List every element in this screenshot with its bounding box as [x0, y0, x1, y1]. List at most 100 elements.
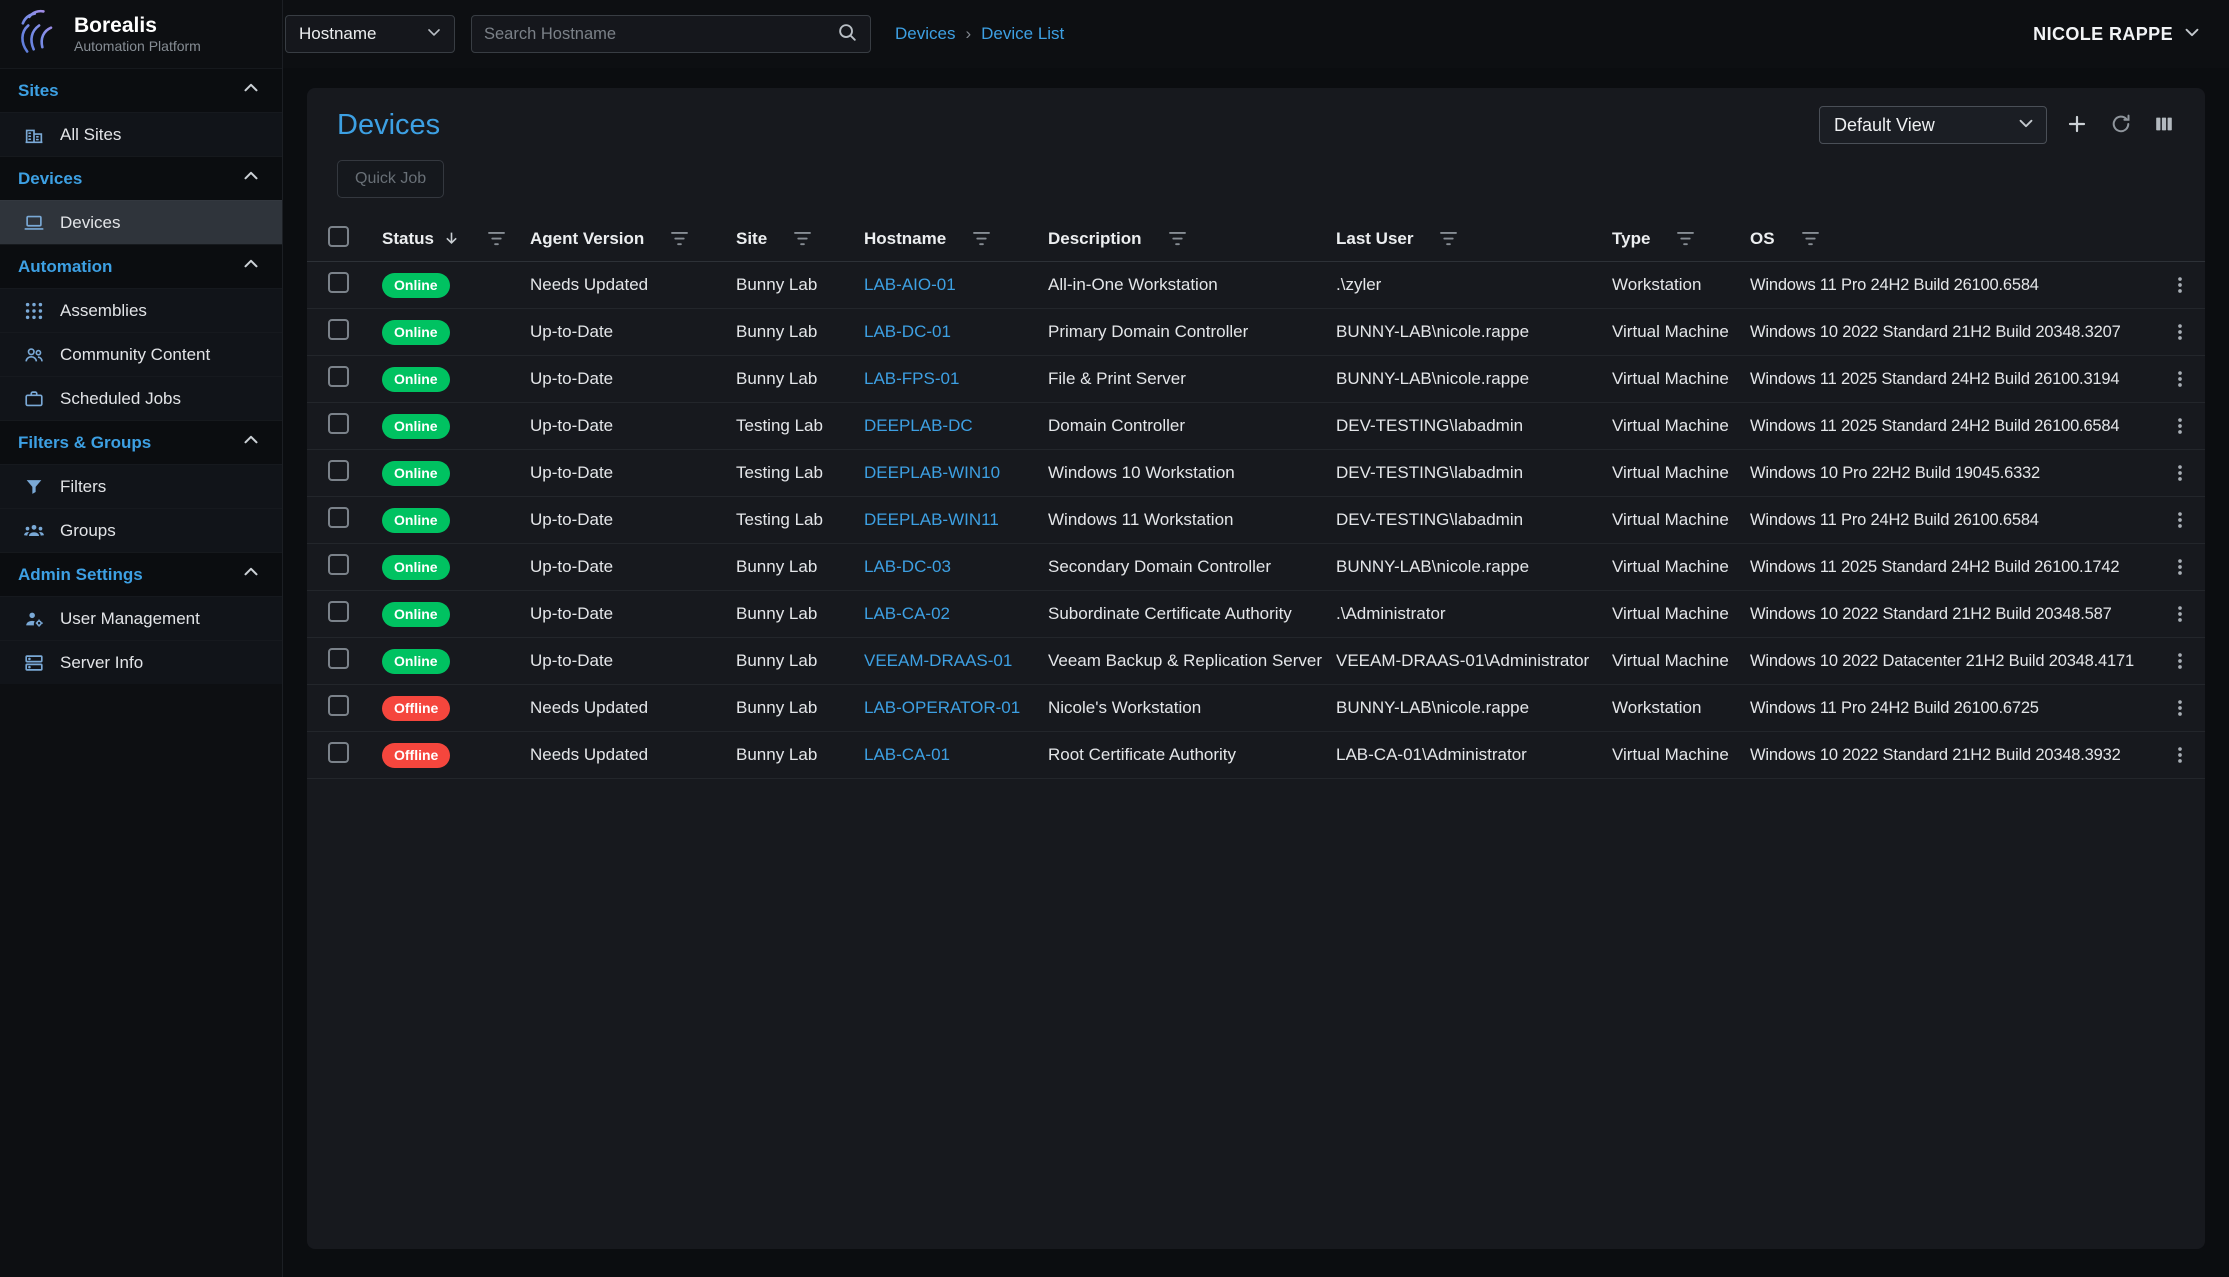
sidebar-section-automation[interactable]: Automation — [0, 244, 282, 288]
column-header-status[interactable]: Status — [382, 229, 530, 249]
hostname-link[interactable]: DEEPLAB-WIN11 — [864, 510, 999, 529]
row-menu-button[interactable] — [2169, 697, 2191, 719]
agent-version-cell: Up-to-Date — [530, 416, 736, 436]
row-checkbox[interactable] — [328, 460, 349, 481]
row-checkbox[interactable] — [328, 366, 349, 387]
site-cell: Bunny Lab — [736, 369, 864, 389]
sidebar-item-devices[interactable]: Devices — [0, 200, 282, 244]
breadcrumb-device-list-link[interactable]: Device List — [981, 24, 1064, 44]
chevron-up-icon — [240, 429, 262, 456]
row-menu-button[interactable] — [2169, 321, 2191, 343]
view-selector-dropdown[interactable]: Default View — [1819, 106, 2047, 144]
sidebar-section-sites[interactable]: Sites — [0, 68, 282, 112]
filter-icon[interactable] — [793, 231, 812, 246]
column-header-os[interactable]: OS — [1750, 229, 2147, 249]
sidebar-item-all-sites[interactable]: All Sites — [0, 112, 282, 156]
filter-icon[interactable] — [487, 231, 506, 246]
filter-icon[interactable] — [670, 231, 689, 246]
type-cell: Virtual Machine — [1612, 416, 1750, 436]
site-cell: Bunny Lab — [736, 275, 864, 295]
breadcrumb-devices-link[interactable]: Devices — [895, 24, 955, 44]
sidebar-section-admin-settings[interactable]: Admin Settings — [0, 552, 282, 596]
hostname-link[interactable]: LAB-CA-02 — [864, 604, 950, 623]
row-checkbox[interactable] — [328, 554, 349, 575]
row-checkbox[interactable] — [328, 272, 349, 293]
column-header-type[interactable]: Type — [1612, 229, 1750, 249]
sidebar-item-server-info[interactable]: Server Info — [0, 640, 282, 684]
row-menu-button[interactable] — [2169, 509, 2191, 531]
table-row: OnlineUp-to-DateBunny LabVEEAM-DRAAS-01V… — [307, 638, 2205, 685]
breadcrumb: Devices › Device List — [895, 24, 1064, 44]
table-row: OnlineNeeds UpdatedBunny LabLAB-AIO-01Al… — [307, 262, 2205, 309]
hostname-link[interactable]: LAB-CA-01 — [864, 745, 950, 764]
last-user-cell: VEEAM-DRAAS-01\Administrator — [1336, 651, 1612, 671]
hostname-link[interactable]: LAB-AIO-01 — [864, 275, 956, 294]
search-input[interactable] — [484, 25, 836, 44]
hostname-link[interactable]: LAB-DC-01 — [864, 322, 951, 341]
row-menu-button[interactable] — [2169, 650, 2191, 672]
description-cell: File & Print Server — [1048, 369, 1336, 389]
sidebar-item-community-content[interactable]: Community Content — [0, 332, 282, 376]
column-header-agent-version[interactable]: Agent Version — [530, 229, 736, 249]
row-menu-button[interactable] — [2169, 462, 2191, 484]
column-header-hostname[interactable]: Hostname — [864, 229, 1048, 249]
row-menu-button[interactable] — [2169, 744, 2191, 766]
filter-icon[interactable] — [972, 231, 991, 246]
row-menu-button[interactable] — [2169, 415, 2191, 437]
row-menu-button[interactable] — [2169, 274, 2191, 296]
row-menu-button[interactable] — [2169, 603, 2191, 625]
quick-job-button[interactable]: Quick Job — [337, 160, 444, 198]
column-header-site[interactable]: Site — [736, 229, 864, 249]
row-checkbox[interactable] — [328, 507, 349, 528]
filter-icon[interactable] — [1801, 231, 1820, 246]
column-header-description[interactable]: Description — [1048, 229, 1336, 249]
add-view-button[interactable] — [2063, 110, 2091, 141]
filter-icon[interactable] — [1439, 231, 1458, 246]
app-subtitle: Automation Platform — [74, 38, 201, 54]
agent-version-cell: Up-to-Date — [530, 369, 736, 389]
hostname-link[interactable]: LAB-DC-03 — [864, 557, 951, 576]
type-cell: Workstation — [1612, 275, 1750, 295]
panel-header: Devices Default View — [307, 88, 2205, 144]
search-icon[interactable] — [836, 21, 858, 48]
row-checkbox[interactable] — [328, 601, 349, 622]
os-cell: Windows 11 2025 Standard 24H2 Build 2610… — [1750, 370, 2147, 389]
select-all-checkbox[interactable] — [328, 226, 349, 247]
hostname-link[interactable]: DEEPLAB-WIN10 — [864, 463, 1000, 482]
sidebar-item-assemblies[interactable]: Assemblies — [0, 288, 282, 332]
os-cell: Windows 11 2025 Standard 24H2 Build 2610… — [1750, 558, 2147, 577]
hostname-link[interactable]: LAB-FPS-01 — [864, 369, 959, 388]
row-checkbox[interactable] — [328, 319, 349, 340]
sidebar-item-label: Server Info — [60, 653, 143, 673]
search-field-dropdown[interactable]: Hostname — [285, 15, 455, 53]
filter-icon[interactable] — [1676, 231, 1695, 246]
type-cell: Virtual Machine — [1612, 463, 1750, 483]
row-checkbox[interactable] — [328, 413, 349, 434]
sidebar-section-filters-groups[interactable]: Filters & Groups — [0, 420, 282, 464]
sidebar-item-user-management[interactable]: User Management — [0, 596, 282, 640]
sidebar-item-groups[interactable]: Groups — [0, 508, 282, 552]
column-label: Agent Version — [530, 229, 644, 249]
borealis-logo-icon — [12, 6, 64, 63]
last-user-cell: BUNNY-LAB\nicole.rappe — [1336, 322, 1612, 342]
sort-desc-icon[interactable] — [442, 229, 461, 248]
sidebar-item-scheduled-jobs[interactable]: Scheduled Jobs — [0, 376, 282, 420]
row-checkbox[interactable] — [328, 742, 349, 763]
site-cell: Bunny Lab — [736, 322, 864, 342]
hostname-link[interactable]: DEEPLAB-DC — [864, 416, 973, 435]
column-header-last-user[interactable]: Last User — [1336, 229, 1612, 249]
user-menu[interactable]: NICOLE RAPPE — [2033, 21, 2203, 48]
hostname-link[interactable]: LAB-OPERATOR-01 — [864, 698, 1020, 717]
row-checkbox[interactable] — [328, 648, 349, 669]
sidebar-item-filters[interactable]: Filters — [0, 464, 282, 508]
row-menu-button[interactable] — [2169, 556, 2191, 578]
row-checkbox[interactable] — [328, 695, 349, 716]
os-cell: Windows 10 2022 Standard 21H2 Build 2034… — [1750, 746, 2147, 765]
hostname-link[interactable]: VEEAM-DRAAS-01 — [864, 651, 1012, 670]
sidebar-section-devices[interactable]: Devices — [0, 156, 282, 200]
row-menu-button[interactable] — [2169, 368, 2191, 390]
main-area: Devices Default View — [283, 68, 2229, 1277]
filter-icon[interactable] — [1168, 231, 1187, 246]
columns-button[interactable] — [2151, 111, 2177, 140]
refresh-button[interactable] — [2107, 110, 2135, 141]
